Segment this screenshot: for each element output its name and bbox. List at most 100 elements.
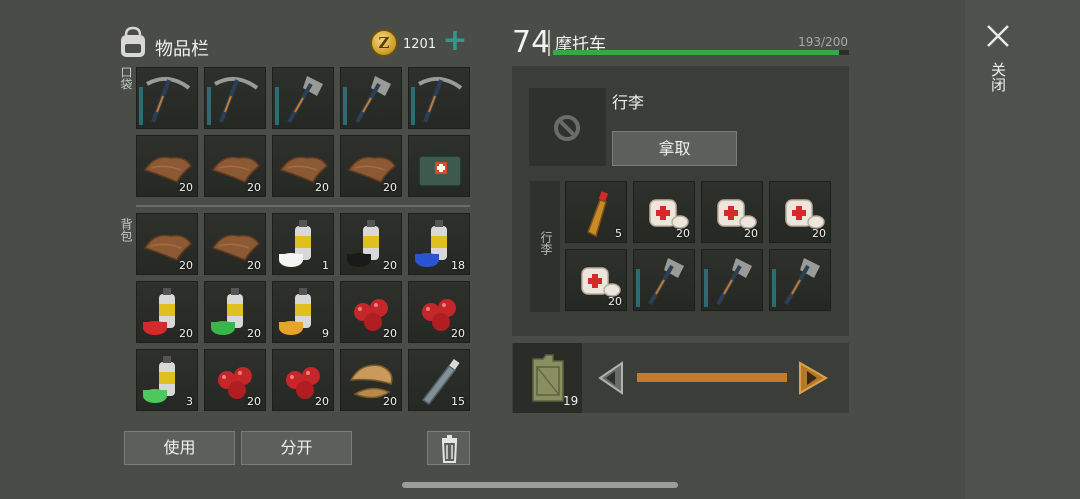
- item-quantity: 20: [608, 295, 622, 308]
- pocket-slot[interactable]: [272, 67, 334, 129]
- fuel-slider[interactable]: [637, 373, 787, 382]
- arrow-left-icon[interactable]: [594, 361, 626, 395]
- backpack-slot[interactable]: 3: [136, 349, 198, 411]
- pocket-slot[interactable]: [340, 67, 402, 129]
- durability-bar: [207, 87, 211, 125]
- item-quantity: 20: [676, 227, 690, 240]
- vehicle-separator: [548, 30, 550, 56]
- close-label[interactable]: 关闭: [988, 62, 1009, 92]
- item-quantity: 20: [383, 259, 397, 272]
- trunk-tag-label: 行李: [539, 231, 553, 255]
- backpack-slot[interactable]: 9: [272, 281, 334, 343]
- trunk-slot[interactable]: [701, 249, 763, 311]
- item-quantity: 20: [247, 395, 261, 408]
- pocket-slot[interactable]: [408, 67, 470, 129]
- pocket-slot[interactable]: 20: [272, 135, 334, 197]
- arrow-right-icon[interactable]: [796, 361, 830, 395]
- pocket-slot[interactable]: [136, 67, 198, 129]
- item-quantity: 20: [247, 259, 261, 272]
- backpack-slot[interactable]: 20: [340, 213, 402, 275]
- pickaxe-icon: [146, 76, 191, 123]
- hatchet-icon: [716, 258, 752, 306]
- pocket-slot[interactable]: 20: [136, 135, 198, 197]
- item-quantity: 20: [179, 259, 193, 272]
- hatchet-icon: [648, 258, 684, 306]
- trunk-slot[interactable]: 20: [633, 181, 695, 243]
- add-coins-button[interactable]: +: [442, 26, 468, 56]
- use-button[interactable]: 使用: [124, 431, 235, 465]
- durability-bar: [704, 269, 708, 307]
- item-quantity: 9: [322, 327, 329, 340]
- vehicle-level: 74: [512, 25, 551, 60]
- fuel-quantity: 19: [563, 394, 579, 408]
- durability-bar: [275, 87, 279, 125]
- hatchet-icon: [784, 258, 820, 306]
- vehicle-capacity: 193/200: [798, 35, 848, 49]
- item-quantity: 18: [451, 259, 465, 272]
- item-quantity: 20: [812, 227, 826, 240]
- coin-icon: Z: [370, 29, 398, 57]
- trunk-image: [529, 88, 606, 166]
- backpack-label: 背包: [119, 218, 133, 242]
- trunk-tag: 行李: [530, 181, 560, 312]
- item-quantity: 3: [186, 395, 193, 408]
- backpack-slot[interactable]: 20: [340, 281, 402, 343]
- pocket-slot[interactable]: [204, 67, 266, 129]
- take-button[interactable]: 拿取: [612, 131, 737, 166]
- item-quantity: 20: [451, 327, 465, 340]
- backpack-slot[interactable]: 15: [408, 349, 470, 411]
- durability-bar: [343, 87, 347, 125]
- trunk-slot[interactable]: 20: [769, 181, 831, 243]
- trunk-slot[interactable]: [633, 249, 695, 311]
- item-quantity: 20: [383, 327, 397, 340]
- backpack-slot[interactable]: 20: [204, 349, 266, 411]
- trunk-slot[interactable]: 20: [701, 181, 763, 243]
- backpack-slot[interactable]: 20: [136, 281, 198, 343]
- hatchet-icon: [287, 76, 323, 124]
- backpack-slot[interactable]: 18: [408, 213, 470, 275]
- item-quantity: 20: [179, 181, 193, 194]
- capacity-bar-fill: [553, 50, 839, 55]
- section-divider: [136, 205, 470, 207]
- no-entry-icon: [554, 115, 580, 141]
- pocket-slot[interactable]: [408, 135, 470, 197]
- pickaxe-icon: [418, 76, 463, 123]
- backpack-slot[interactable]: 20: [340, 349, 402, 411]
- home-indicator: [402, 482, 678, 488]
- backpack-slot[interactable]: 20: [136, 213, 198, 275]
- backpack-slot[interactable]: 20: [272, 349, 334, 411]
- coin-count: 1201: [403, 37, 437, 52]
- item-quantity: 20: [179, 327, 193, 340]
- trunk-slot[interactable]: [769, 249, 831, 311]
- pocket-slot[interactable]: 20: [204, 135, 266, 197]
- item-quantity: 5: [615, 227, 622, 240]
- item-quantity: 20: [247, 181, 261, 194]
- medkit-bag-icon: [418, 148, 462, 187]
- backpack-slot[interactable]: 20: [408, 281, 470, 343]
- trash-button[interactable]: [427, 431, 470, 465]
- trunk-slot[interactable]: 20: [565, 249, 627, 311]
- close-icon[interactable]: [984, 22, 1012, 50]
- split-button[interactable]: 分开: [241, 431, 352, 465]
- item-quantity: 20: [315, 181, 329, 194]
- trunk-slot[interactable]: 5: [565, 181, 627, 243]
- durability-bar: [636, 269, 640, 307]
- hatchet-icon: [355, 76, 391, 124]
- item-quantity: 20: [744, 227, 758, 240]
- pocket-slot[interactable]: 20: [340, 135, 402, 197]
- backpack-icon: [121, 26, 145, 57]
- close-strip: [965, 0, 1080, 499]
- backpack-slot[interactable]: 1: [272, 213, 334, 275]
- backpack-slot[interactable]: 20: [204, 281, 266, 343]
- pickaxe-icon: [214, 76, 259, 123]
- item-quantity: 20: [383, 395, 397, 408]
- durability-bar: [772, 269, 776, 307]
- durability-bar: [139, 87, 143, 125]
- item-quantity: 20: [383, 181, 397, 194]
- item-quantity: 20: [247, 327, 261, 340]
- item-quantity: 20: [315, 395, 329, 408]
- item-quantity: 1: [322, 259, 329, 272]
- pocket-label: 口袋: [119, 66, 133, 90]
- item-quantity: 15: [451, 395, 465, 408]
- backpack-slot[interactable]: 20: [204, 213, 266, 275]
